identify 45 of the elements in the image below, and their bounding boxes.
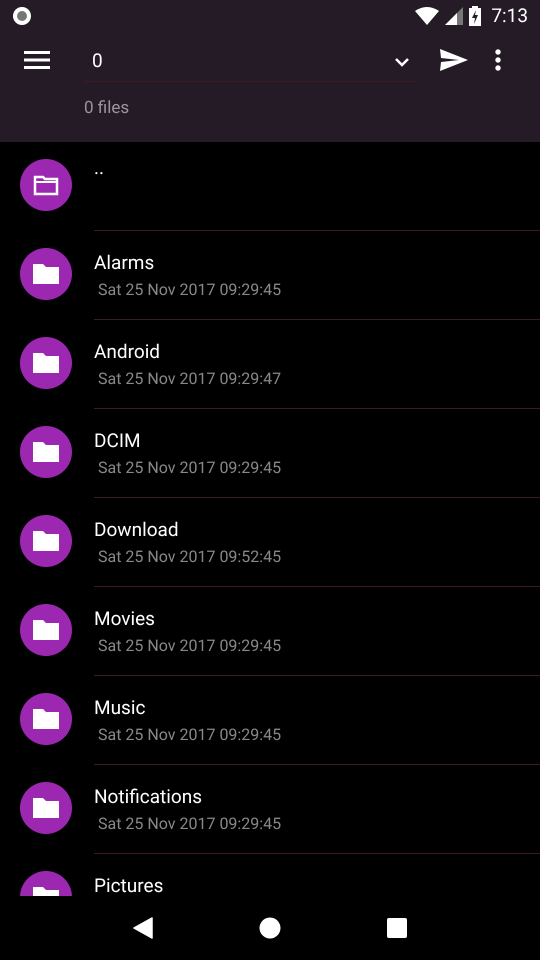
file-row[interactable]: Notifications Sat 25 Nov 2017 09:29:45 <box>0 765 540 854</box>
file-name: DCIM <box>94 429 141 453</box>
battery-icon <box>469 6 482 26</box>
file-name: Notifications <box>94 785 202 809</box>
file-name: Music <box>94 696 146 720</box>
folder-icon <box>31 618 61 642</box>
folder-icon <box>31 262 61 286</box>
notification-circle-icon <box>12 6 32 26</box>
file-row[interactable]: .. <box>0 142 540 231</box>
file-row[interactable]: Alarms Sat 25 Nov 2017 09:29:45 <box>0 231 540 320</box>
more-vertical-icon <box>495 49 501 71</box>
file-name: Pictures <box>94 874 164 896</box>
signal-icon <box>445 7 464 25</box>
back-icon[interactable] <box>133 917 153 939</box>
file-row[interactable]: Music Sat 25 Nov 2017 09:29:45 <box>0 676 540 765</box>
file-name: Android <box>94 340 160 364</box>
chevron-down-icon <box>394 56 410 66</box>
file-row[interactable]: Movies Sat 25 Nov 2017 09:29:45 <box>0 587 540 676</box>
folder-outline-icon <box>33 174 59 196</box>
wifi-icon <box>415 7 440 25</box>
folder-icon <box>31 351 61 375</box>
file-date: Sat 25 Nov 2017 09:29:45 <box>98 458 282 478</box>
menu-icon <box>24 51 50 69</box>
folder-icon <box>31 529 61 553</box>
send-icon <box>439 48 469 72</box>
file-count: 0 files <box>84 98 130 118</box>
file-date: Sat 25 Nov 2017 09:29:47 <box>98 369 282 389</box>
status-time: 7:13 <box>491 2 528 29</box>
file-date: Sat 25 Nov 2017 09:29:45 <box>98 636 282 656</box>
folder-icon <box>31 796 61 820</box>
folder-icon <box>31 707 61 731</box>
file-date: Sat 25 Nov 2017 09:52:45 <box>98 547 282 567</box>
file-date: Sat 25 Nov 2017 09:29:45 <box>98 814 282 834</box>
home-icon[interactable] <box>259 917 281 939</box>
file-name: .. <box>94 156 104 180</box>
file-row[interactable]: DCIM Sat 25 Nov 2017 09:29:45 <box>0 409 540 498</box>
file-date: Sat 25 Nov 2017 09:29:45 <box>98 280 282 300</box>
file-row[interactable]: Download Sat 25 Nov 2017 09:52:45 <box>0 498 540 587</box>
file-row[interactable]: Android Sat 25 Nov 2017 09:29:47 <box>0 320 540 409</box>
file-name: Alarms <box>94 251 154 275</box>
file-date: Sat 25 Nov 2017 09:29:45 <box>98 725 282 745</box>
file-name: Download <box>94 518 179 542</box>
file-name: Movies <box>94 607 155 631</box>
folder-icon <box>31 440 61 464</box>
path-dropdown[interactable]: 0 <box>84 42 418 82</box>
